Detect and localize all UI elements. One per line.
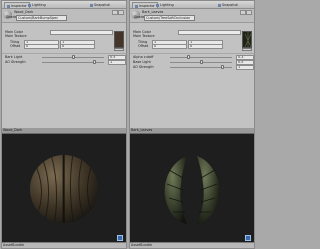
tab-snapshot[interactable]: Snapshot	[88, 2, 112, 8]
slider1-knob[interactable]	[71, 55, 75, 59]
texture-select-button[interactable]	[242, 48, 252, 51]
texture-select-button[interactable]	[114, 48, 124, 51]
settings-gear-icon[interactable]	[246, 10, 252, 15]
preview-light-icon[interactable]	[245, 235, 251, 241]
main-texture-label: Main Texture	[133, 34, 155, 38]
tab-lighting[interactable]: Lighting	[26, 2, 48, 8]
slider2-knob[interactable]	[199, 60, 203, 64]
preview-toolbar: AssetBundle	[2, 242, 126, 248]
settings-gear-icon[interactable]	[118, 10, 124, 15]
slider2-label: Base Light	[133, 60, 151, 64]
texture-thumbnail[interactable]	[242, 31, 252, 48]
preview-toolbar: AssetBundle	[130, 242, 254, 248]
snapshot-icon	[90, 3, 93, 7]
material-preview: Bark_Leaves AssetBundle	[130, 128, 254, 248]
preview-title: Wood_Dark	[2, 128, 126, 134]
slider2-value[interactable]: 1	[108, 60, 126, 65]
slider1-knob[interactable]	[187, 55, 191, 59]
preview-title: Bark_Leaves	[130, 128, 254, 134]
preview-sphere[interactable]	[157, 140, 227, 238]
offset-y-field[interactable]: 0	[188, 44, 223, 49]
slider2-knob[interactable]	[93, 60, 97, 64]
material-name: Wood_Dark	[14, 10, 34, 14]
offset-label: Offset	[10, 44, 21, 48]
tab-lighting[interactable]: Lighting	[154, 2, 176, 8]
preview-sphere[interactable]	[29, 140, 99, 238]
inspector-icon	[135, 4, 138, 8]
preview-light-icon[interactable]	[117, 235, 123, 241]
slider1-track[interactable]	[170, 57, 232, 58]
lighting-icon	[156, 3, 159, 7]
slider2-label: AO Strength	[5, 60, 26, 64]
inspector-panel-right: Inspector Lighting Snapshot Bark_Leaves …	[129, 0, 255, 249]
divider	[2, 53, 126, 54]
snapshot-icon	[218, 3, 221, 7]
shader-dropdown[interactable]: Custom/BarkBumpSpec	[16, 15, 67, 21]
tab-bar: Inspector Lighting Snapshot	[130, 1, 254, 9]
lighting-icon	[28, 3, 31, 7]
slider3-knob[interactable]	[221, 65, 225, 69]
slider1-label: Alpha cutoff	[133, 55, 154, 59]
material-header: Wood_Dark Shader Custom/BarkBumpSpec	[2, 9, 126, 23]
offset-y-field[interactable]: 0	[60, 44, 95, 49]
slider3-value[interactable]: 1	[236, 65, 254, 70]
material-preview: Wood_Dark AssetBundle	[2, 128, 126, 248]
offset-x-field[interactable]: 0	[24, 44, 59, 49]
main-color-field[interactable]	[50, 30, 113, 35]
material-header: Bark_Leaves Shader Custom/TreeSoftOcclus…	[130, 9, 254, 23]
texture-thumbnail[interactable]	[114, 31, 124, 48]
offset-label: Offset	[138, 44, 149, 48]
slider1-label: Bark Light	[5, 55, 23, 59]
main-color-field[interactable]	[178, 30, 241, 35]
offset-x-field[interactable]: 0	[152, 44, 187, 49]
tab-snapshot[interactable]: Snapshot	[216, 2, 240, 8]
main-texture-label: Main Texture	[5, 34, 27, 38]
slider3-label: AO Strength	[133, 65, 154, 69]
inspector-panel-left: Inspector Lighting Snapshot Wood_Dark Sh…	[1, 0, 127, 249]
divider	[130, 53, 254, 54]
material-name: Bark_Leaves	[142, 10, 164, 14]
tab-bar: Inspector Lighting Snapshot	[2, 1, 126, 9]
inspector-icon	[7, 4, 10, 8]
shader-dropdown[interactable]: Custom/TreeSoftOcclusion	[144, 15, 195, 21]
